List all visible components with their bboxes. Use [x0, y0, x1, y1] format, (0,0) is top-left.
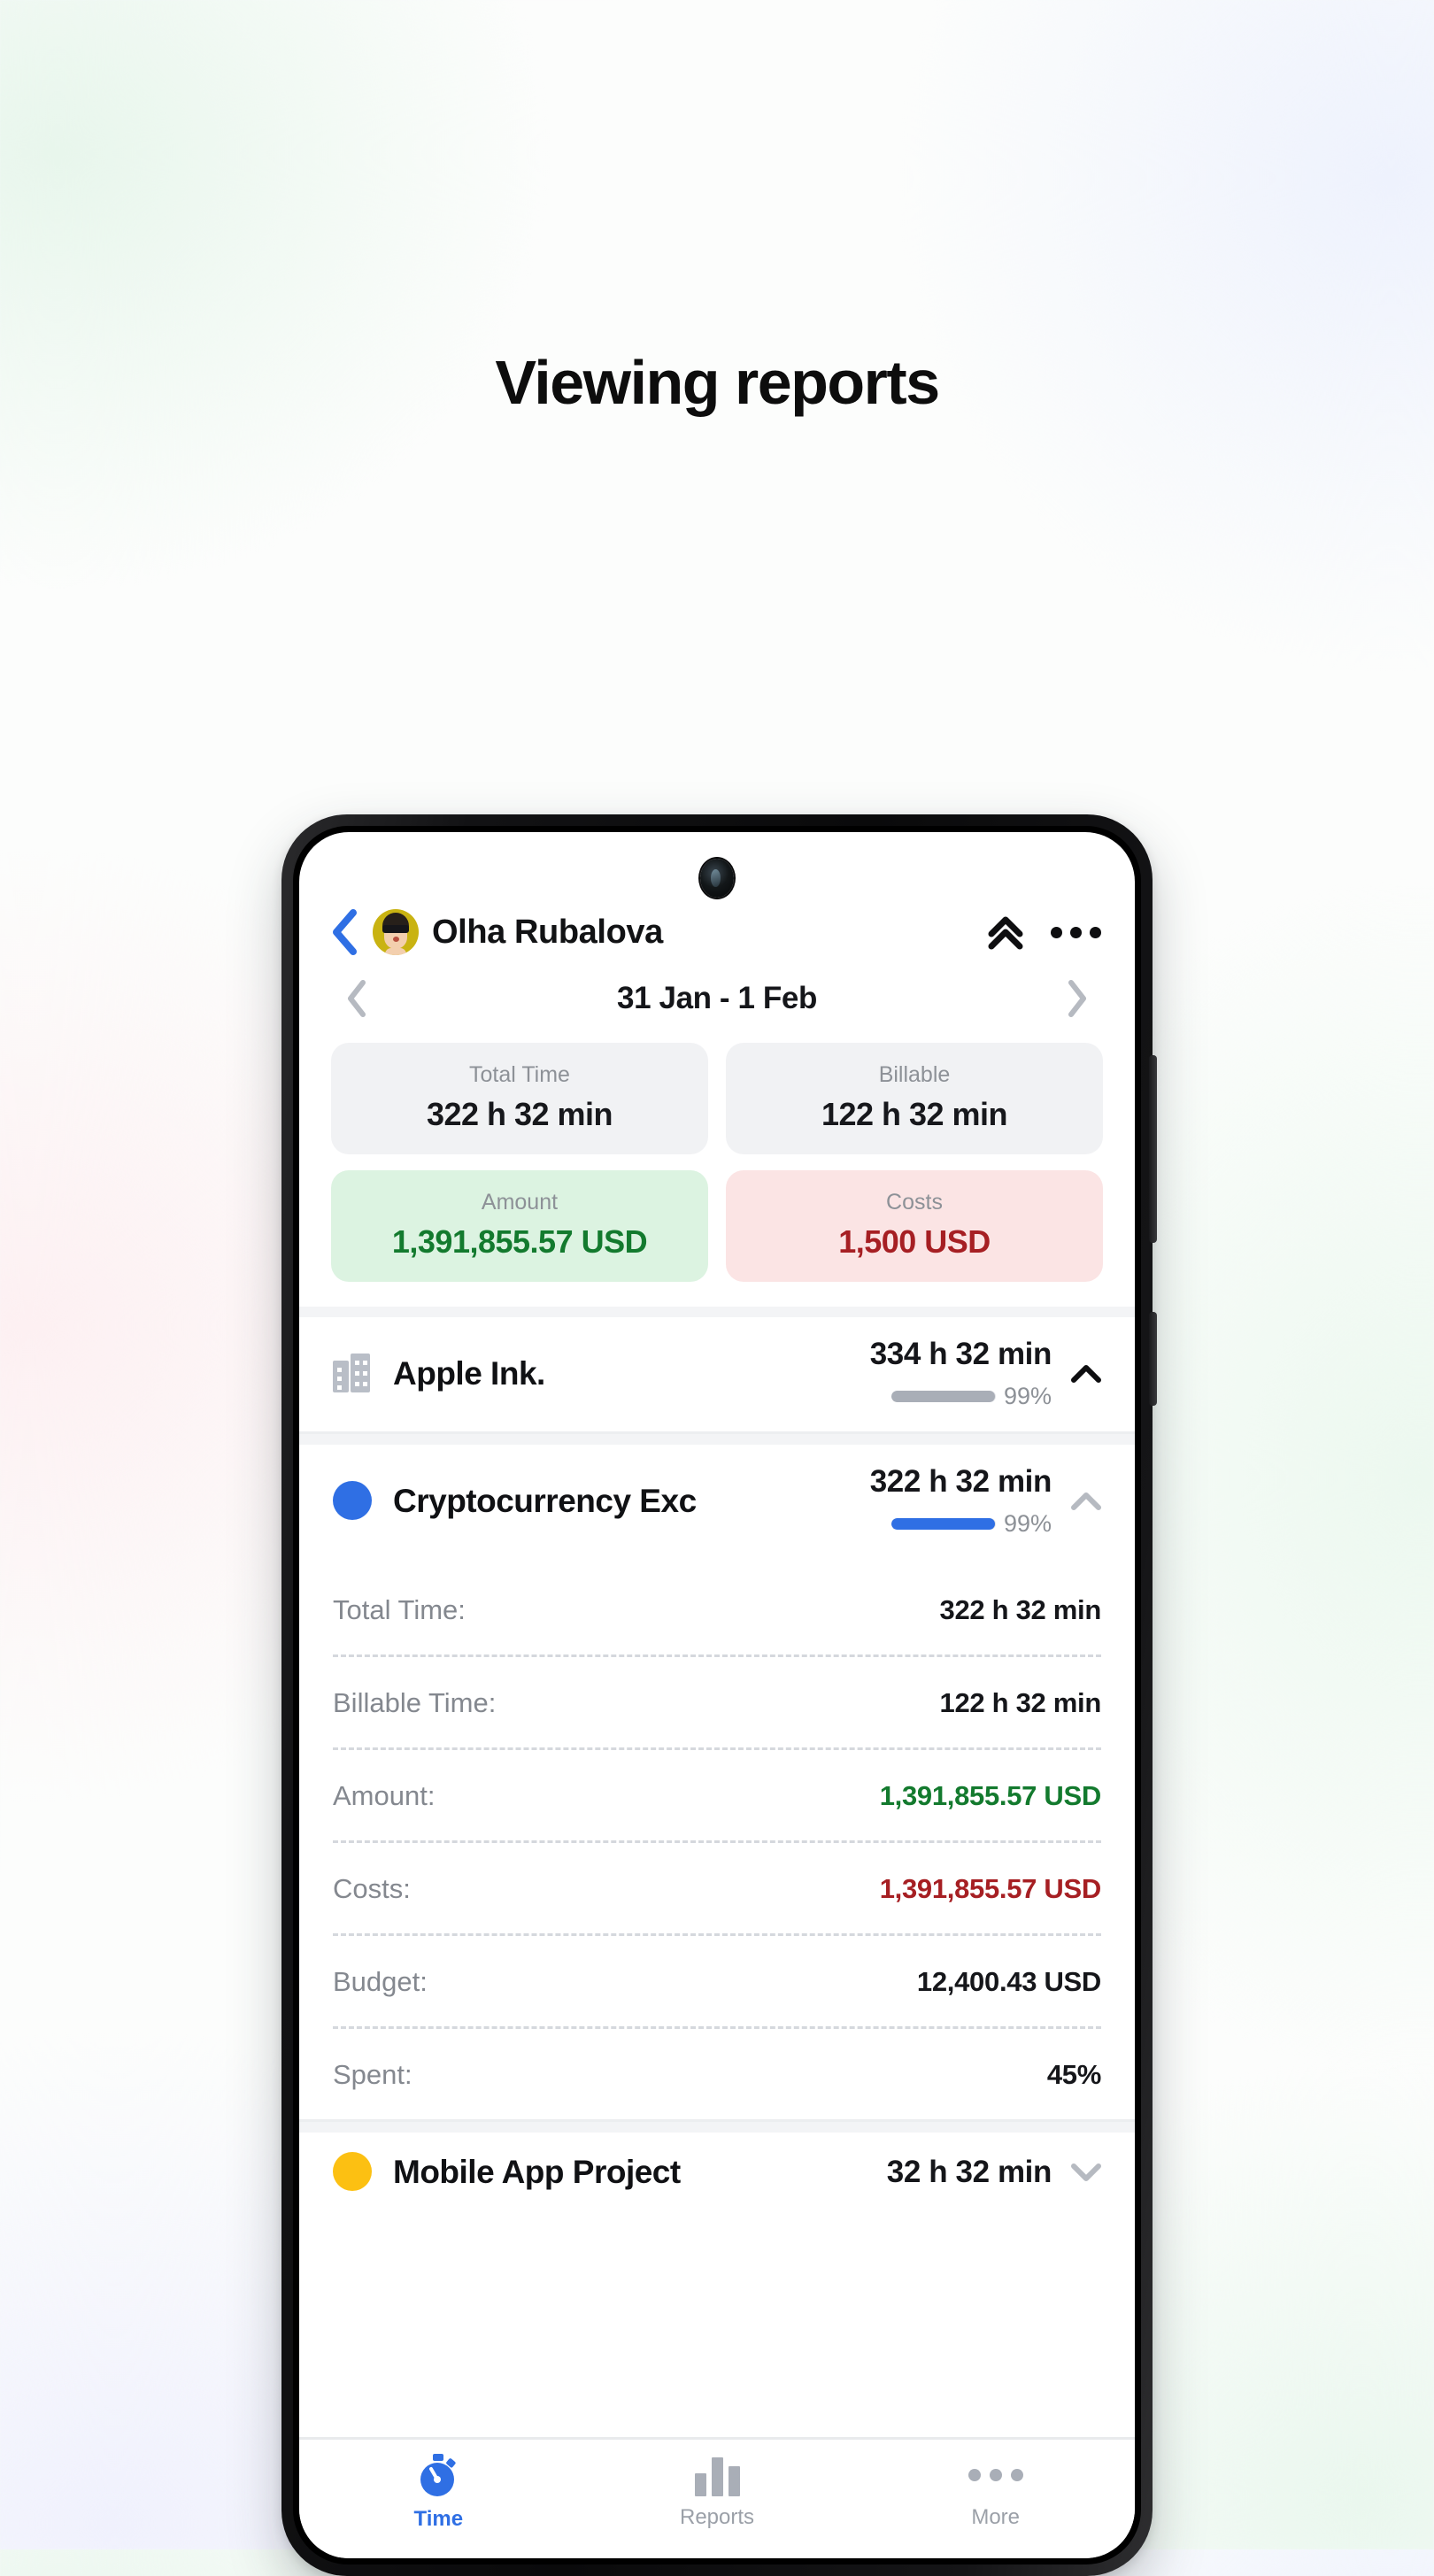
avatar-lips — [393, 937, 399, 942]
progress-track — [890, 1391, 996, 1402]
project-name: Mobile App Project — [393, 2154, 681, 2190]
project-row-cryptocurrency-exc[interactable]: Cryptocurrency Exc 322 h 32 min 99% — [299, 1445, 1135, 1559]
chevron-up-icon[interactable] — [1069, 1490, 1103, 1513]
card-value: 1,500 USD — [838, 1223, 991, 1260]
detail-value: 322 h 32 min — [939, 1594, 1102, 1625]
color-dot-yellow-icon — [333, 2152, 374, 2193]
bar-chart-icon — [694, 2454, 740, 2496]
project-duration: 334 h 32 min — [869, 1337, 1052, 1371]
card-label: Total Time — [469, 1062, 570, 1087]
more-dots-icon — [968, 2454, 1023, 2496]
next-period-icon[interactable] — [1066, 979, 1089, 1018]
project-name: Apple Ink. — [393, 1354, 545, 1392]
detail-row-total-time: Total Time: 322 h 32 min — [333, 1564, 1101, 1654]
detail-row-amount: Amount: 1,391,855.57 USD — [333, 1750, 1101, 1840]
detail-label: Spent: — [333, 2059, 412, 2090]
double-chevron-up-icon[interactable] — [985, 913, 1026, 952]
date-range-label[interactable]: 31 Jan - 1 Feb — [617, 981, 817, 1016]
project-name: Cryptocurrency Exc — [393, 1482, 697, 1519]
project-row-mobile-app-project[interactable]: Mobile App Project 32 h 32 min — [299, 2133, 1135, 2214]
front-camera-icon — [700, 859, 734, 898]
page-user-name: Olha Rubalova — [432, 913, 663, 951]
project-metrics: 32 h 32 min — [887, 2155, 1103, 2190]
card-label: Costs — [886, 1190, 943, 1215]
menu-dot — [1070, 926, 1082, 938]
project-duration: 32 h 32 min — [886, 2155, 1052, 2189]
summary-cards: Total Time 322 h 32 min Billable 122 h 3… — [299, 1029, 1135, 1282]
project-duration: 322 h 32 min — [869, 1464, 1052, 1499]
detail-label: Costs: — [333, 1873, 411, 1904]
detail-row-budget: Budget: 12,400.43 USD — [333, 1936, 1101, 2026]
project-row-apple-ink[interactable]: Apple Ink. 334 h 32 min 99% — [299, 1317, 1135, 1431]
tab-label: Time — [413, 2507, 464, 2531]
detail-row-spent: Spent: 45% — [333, 2029, 1101, 2119]
power-button[interactable] — [1149, 1312, 1157, 1406]
card-value: 322 h 32 min — [426, 1096, 613, 1132]
card-value: 122 h 32 min — [821, 1096, 1008, 1132]
bottom-tab-bar: Time Reports More — [299, 2437, 1135, 2558]
card-label: Billable — [878, 1062, 951, 1087]
summary-card-amount[interactable]: Amount 1,391,855.57 USD — [331, 1170, 708, 1282]
detail-label: Amount: — [333, 1780, 436, 1811]
detail-value: 12,400.43 USD — [916, 1966, 1101, 1997]
tab-time[interactable]: Time — [299, 2454, 578, 2532]
detail-label: Budget: — [333, 1966, 428, 1997]
project-metrics: 322 h 32 min 99% — [870, 1464, 1103, 1538]
progress-fill — [890, 1391, 995, 1402]
color-dot-blue-icon — [333, 1480, 374, 1522]
project-progress: 99% — [870, 1510, 1052, 1538]
progress-fill — [890, 1518, 995, 1530]
detail-label: Total Time: — [333, 1594, 466, 1625]
card-value: 1,391,855.57 USD — [391, 1223, 648, 1260]
summary-card-total-time[interactable]: Total Time 322 h 32 min — [331, 1043, 708, 1154]
list-divider — [299, 1434, 1135, 1445]
menu-dot — [1090, 926, 1101, 938]
summary-card-costs[interactable]: Costs 1,500 USD — [726, 1170, 1103, 1282]
tab-label: More — [971, 2505, 1021, 2529]
back-chevron-icon[interactable] — [329, 908, 359, 956]
detail-value: 1,391,855.57 USD — [879, 1780, 1102, 1811]
detail-row-costs: Costs: 1,391,855.57 USD — [333, 1843, 1101, 1933]
card-label: Amount — [481, 1190, 559, 1215]
progress-percent: 99% — [1003, 1510, 1052, 1537]
project-list[interactable]: Apple Ink. 334 h 32 min 99% Cryptocurren… — [299, 1282, 1135, 2437]
summary-card-billable[interactable]: Billable 122 h 32 min — [726, 1043, 1103, 1154]
volume-rocker-button[interactable] — [1149, 1055, 1157, 1243]
detail-row-billable-time: Billable Time: 122 h 32 min — [333, 1657, 1101, 1747]
stopwatch-icon — [420, 2454, 456, 2496]
avatar-neck — [385, 948, 406, 955]
detail-value: 122 h 32 min — [939, 1687, 1102, 1718]
page-title: Viewing reports — [495, 348, 940, 417]
date-navigator: 31 Jan - 1 Feb — [299, 956, 1135, 1029]
phone-screen: Olha Rubalova 31 Jan - 1 Feb Total Time … — [299, 832, 1135, 2558]
chevron-up-icon[interactable] — [1069, 1362, 1103, 1385]
header-actions — [985, 913, 1101, 952]
list-divider — [299, 1307, 1135, 1317]
list-divider — [299, 2122, 1135, 2133]
phone-device: Olha Rubalova 31 Jan - 1 Feb Total Time … — [281, 814, 1157, 2576]
detail-label: Billable Time: — [333, 1687, 497, 1718]
building-icon — [333, 1353, 374, 1394]
detail-value: 45% — [1046, 2059, 1101, 2090]
tab-label: Reports — [679, 2505, 755, 2529]
more-options-icon[interactable] — [1051, 926, 1101, 938]
menu-dot — [1051, 926, 1062, 938]
avatar-sunglasses — [382, 925, 409, 933]
chevron-down-icon[interactable] — [1069, 2161, 1103, 2184]
device-bezel: Olha Rubalova 31 Jan - 1 Feb Total Time … — [293, 826, 1141, 2564]
progress-percent: 99% — [1003, 1383, 1052, 1409]
progress-track — [890, 1518, 996, 1530]
tab-reports[interactable]: Reports — [578, 2454, 857, 2532]
tab-more[interactable]: More — [856, 2454, 1135, 2532]
detail-value: 1,391,855.57 USD — [879, 1873, 1102, 1904]
avatar[interactable] — [373, 909, 419, 955]
project-progress: 99% — [870, 1383, 1052, 1410]
project-detail-table: Total Time: 322 h 32 min Billable Time: … — [299, 1559, 1135, 2119]
project-metrics: 334 h 32 min 99% — [870, 1337, 1103, 1410]
prev-period-icon[interactable] — [345, 979, 368, 1018]
